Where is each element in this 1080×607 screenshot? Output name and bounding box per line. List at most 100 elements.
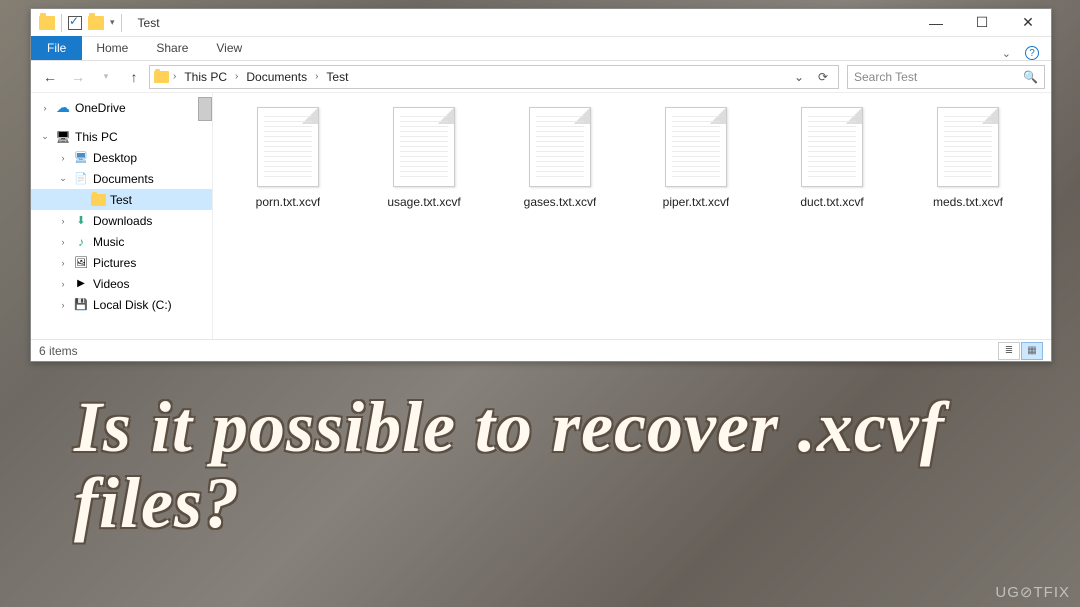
forward-button[interactable]: → xyxy=(65,64,91,90)
breadcrumb-thispc[interactable]: This PC xyxy=(180,68,231,86)
up-button[interactable]: ↑ xyxy=(121,64,147,90)
docs-icon xyxy=(73,171,89,187)
file-icon xyxy=(801,107,863,187)
sidebar-item-downloads[interactable]: › Downloads xyxy=(31,210,212,231)
recent-dropdown-icon[interactable]: ▾ xyxy=(93,64,119,90)
file-name: porn.txt.xcvf xyxy=(256,195,321,209)
expand-icon[interactable]: › xyxy=(57,279,69,289)
chevron-right-icon[interactable]: › xyxy=(313,71,320,82)
file-item[interactable]: porn.txt.xcvf xyxy=(235,107,341,209)
sidebar-item-label: OneDrive xyxy=(75,101,126,115)
properties-icon[interactable] xyxy=(68,16,82,30)
file-icon xyxy=(937,107,999,187)
maximize-button[interactable]: ☐ xyxy=(959,9,1005,37)
expand-icon[interactable]: › xyxy=(57,237,69,247)
caption-text: Is it possible to recover .xcvf files? xyxy=(74,390,974,541)
help-icon[interactable]: ? xyxy=(1025,46,1039,60)
sidebar-item-pictures[interactable]: › Pictures xyxy=(31,252,212,273)
separator xyxy=(61,14,62,32)
file-icon xyxy=(257,107,319,187)
titlebar[interactable]: ▾ Test — ☐ ✕ xyxy=(31,9,1051,37)
sidebar-item-music[interactable]: › Music xyxy=(31,231,212,252)
sidebar-item-onedrive[interactable]: › OneDrive xyxy=(31,97,212,118)
sidebar-item-label: Desktop xyxy=(93,151,137,165)
sidebar-item-label: This PC xyxy=(75,130,118,144)
sidebar-item-documents[interactable]: ⌄ Documents xyxy=(31,168,212,189)
file-item[interactable]: piper.txt.xcvf xyxy=(643,107,749,209)
address-bar[interactable]: › This PC › Documents › Test ⌄ ⟳ xyxy=(149,65,839,89)
address-dropdown-icon[interactable]: ⌄ xyxy=(788,66,810,88)
qat-dropdown-icon[interactable]: ▾ xyxy=(110,17,115,28)
pics-icon xyxy=(73,255,89,271)
file-item[interactable]: gases.txt.xcvf xyxy=(507,107,613,209)
refresh-button[interactable]: ⟳ xyxy=(812,66,834,88)
file-icon xyxy=(393,107,455,187)
status-bar: 6 items ≣ ▦ xyxy=(31,339,1051,361)
expand-icon[interactable]: › xyxy=(57,216,69,226)
watermark: UG⊘TFIX xyxy=(995,583,1070,601)
expand-icon[interactable]: › xyxy=(57,300,69,310)
tab-home[interactable]: Home xyxy=(82,36,142,60)
tab-share[interactable]: Share xyxy=(142,36,202,60)
minimize-button[interactable]: — xyxy=(913,9,959,37)
expand-icon[interactable]: › xyxy=(39,103,51,113)
pc-icon xyxy=(55,129,71,145)
tab-file[interactable]: File xyxy=(31,36,82,60)
close-button[interactable]: ✕ xyxy=(1005,9,1051,37)
navigation-pane[interactable]: › OneDrive ⌄ This PC › Desktop ⌄ Documents Test ›… xyxy=(31,93,213,339)
dl-icon xyxy=(73,213,89,229)
music-icon xyxy=(73,234,89,250)
icons-view-button[interactable]: ▦ xyxy=(1021,342,1043,360)
file-name: gases.txt.xcvf xyxy=(524,195,597,209)
quick-access-toolbar: ▾ xyxy=(31,14,130,32)
file-item[interactable]: meds.txt.xcvf xyxy=(915,107,1021,209)
scrollbar-thumb[interactable] xyxy=(198,97,212,121)
search-icon[interactable]: 🔍 xyxy=(1023,70,1038,84)
folder-icon xyxy=(91,194,106,206)
details-view-button[interactable]: ≣ xyxy=(998,342,1020,360)
vid-icon xyxy=(73,276,89,292)
chevron-right-icon[interactable]: › xyxy=(171,71,178,82)
navigation-bar: ← → ▾ ↑ › This PC › Documents › Test ⌄ ⟳… xyxy=(31,61,1051,93)
search-placeholder: Search Test xyxy=(854,70,917,84)
sidebar-item-label: Local Disk (C:) xyxy=(93,298,172,312)
breadcrumb-documents[interactable]: Documents xyxy=(242,68,311,86)
expand-icon[interactable]: › xyxy=(57,153,69,163)
file-item[interactable]: duct.txt.xcvf xyxy=(779,107,885,209)
file-list[interactable]: porn.txt.xcvf usage.txt.xcvf gases.txt.xcv… xyxy=(213,93,1051,339)
sidebar-item-label: Downloads xyxy=(93,214,152,228)
new-folder-icon[interactable] xyxy=(88,16,104,30)
file-name: meds.txt.xcvf xyxy=(933,195,1003,209)
sidebar-item-videos[interactable]: › Videos xyxy=(31,273,212,294)
ribbon-expand-icon[interactable]: ⌄ xyxy=(1002,47,1011,60)
expand-icon[interactable]: ⌄ xyxy=(57,173,69,184)
folder-icon xyxy=(154,71,169,83)
sidebar-item-label: Music xyxy=(93,235,124,249)
chevron-right-icon[interactable]: › xyxy=(233,71,240,82)
sidebar-item-this-pc[interactable]: ⌄ This PC xyxy=(31,126,212,147)
sidebar-item-local-disk-c-[interactable]: › Local Disk (C:) xyxy=(31,294,212,315)
window-title: Test xyxy=(138,16,160,30)
search-input[interactable]: Search Test 🔍 xyxy=(847,65,1045,89)
expand-icon[interactable]: › xyxy=(57,258,69,268)
desktop-icon xyxy=(73,150,89,166)
file-name: usage.txt.xcvf xyxy=(387,195,460,209)
separator xyxy=(121,14,122,32)
disk-icon xyxy=(73,297,89,313)
sidebar-item-label: Pictures xyxy=(93,256,136,270)
sidebar-item-label: Test xyxy=(110,193,132,207)
sidebar-item-desktop[interactable]: › Desktop xyxy=(31,147,212,168)
back-button[interactable]: ← xyxy=(37,64,63,90)
sidebar-item-label: Videos xyxy=(93,277,129,291)
file-icon xyxy=(665,107,727,187)
item-count: 6 items xyxy=(39,344,78,358)
breadcrumb-test[interactable]: Test xyxy=(322,68,352,86)
sidebar-item-test[interactable]: Test xyxy=(31,189,212,210)
expand-icon[interactable]: ⌄ xyxy=(39,131,51,142)
tab-view[interactable]: View xyxy=(202,36,256,60)
ribbon: File Home Share View ⌄ ? xyxy=(31,37,1051,61)
file-name: duct.txt.xcvf xyxy=(800,195,863,209)
file-item[interactable]: usage.txt.xcvf xyxy=(371,107,477,209)
explorer-window: ▾ Test — ☐ ✕ File Home Share View ⌄ ? ← … xyxy=(30,8,1052,362)
sidebar-item-label: Documents xyxy=(93,172,154,186)
